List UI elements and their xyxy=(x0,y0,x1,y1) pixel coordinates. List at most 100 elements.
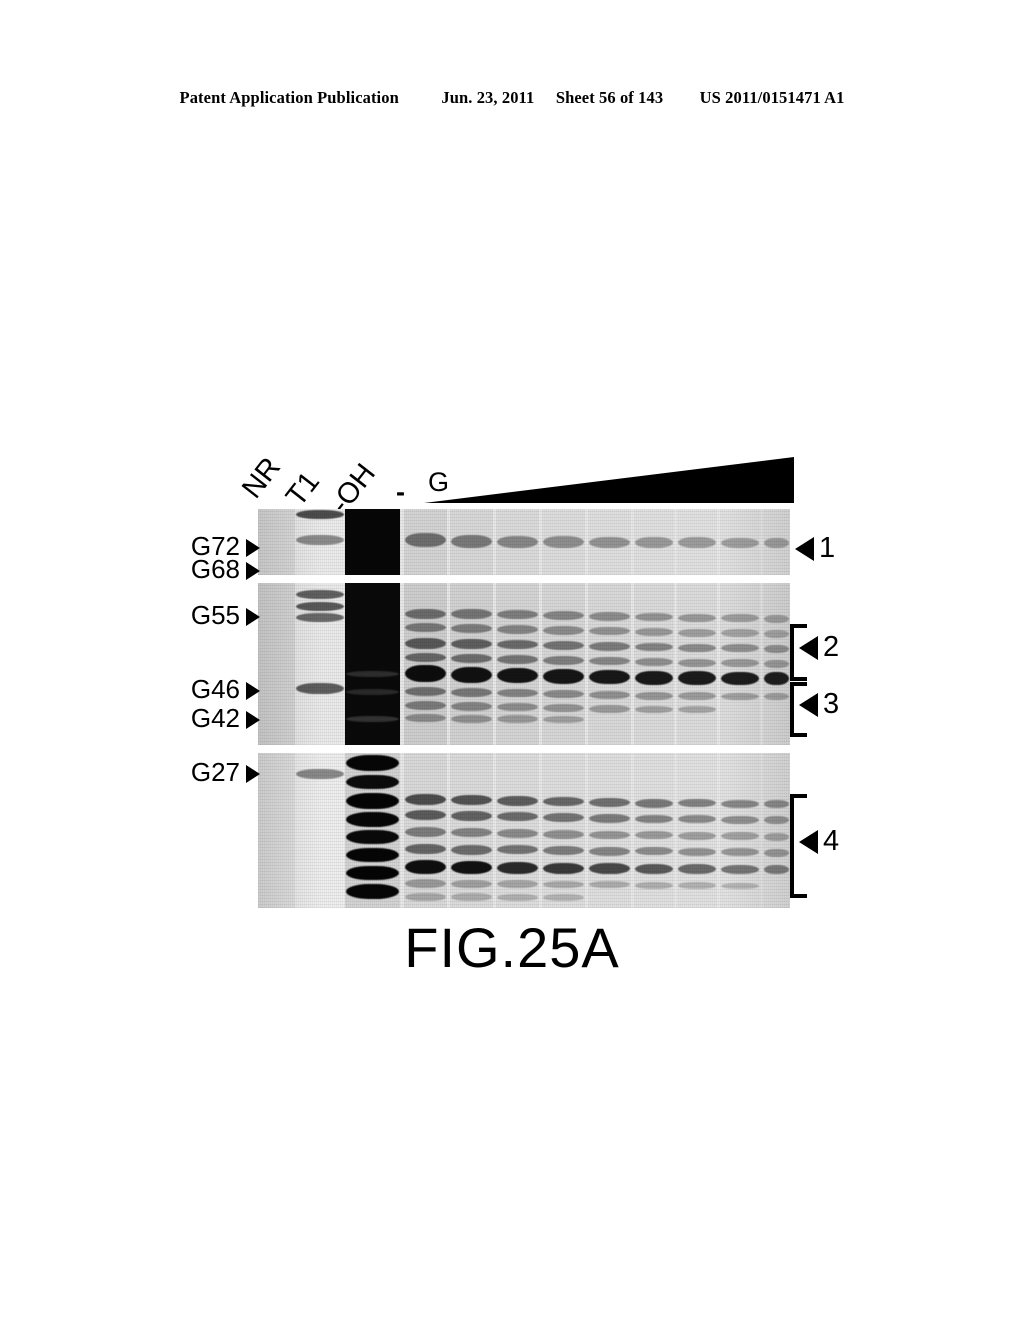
gel-lane-sample-4 xyxy=(542,583,585,745)
gel-lane-sample-7 xyxy=(677,583,717,745)
gel-band xyxy=(764,538,789,548)
gel-band xyxy=(635,882,673,889)
gel-band xyxy=(497,536,538,548)
gel-band xyxy=(543,813,584,822)
gel-lane-sample-6 xyxy=(634,583,674,745)
left-marker-arrow-icon-g68 xyxy=(246,562,260,580)
gel-band xyxy=(635,799,673,808)
left-marker-label-g46: G46 xyxy=(190,674,240,704)
gel-band xyxy=(296,510,344,519)
gel-band xyxy=(405,827,446,837)
gel-band xyxy=(543,536,584,548)
gel-band xyxy=(405,893,446,901)
gel-band xyxy=(678,799,716,807)
gel-band xyxy=(451,845,492,855)
lane-label-nr: NR xyxy=(235,451,288,505)
gel-band xyxy=(635,831,673,839)
gel-band xyxy=(405,879,446,888)
left-marker-arrow-icon-g42 xyxy=(246,711,260,729)
gel-band xyxy=(589,670,630,684)
figure-caption: FIG.25A xyxy=(404,916,620,979)
right-marker-arrow-icon-2 xyxy=(799,636,818,660)
right-marker-label-3: 3 xyxy=(823,688,840,720)
gel-band xyxy=(678,659,716,667)
gel-lane-sample-9 xyxy=(763,583,790,745)
gel-band xyxy=(678,882,716,889)
gel-band xyxy=(764,816,789,824)
gel-band xyxy=(451,861,492,874)
gel-band xyxy=(497,796,538,806)
gel-band xyxy=(451,893,492,901)
gel-band xyxy=(589,705,630,713)
gel-band xyxy=(589,814,630,823)
right-marker-label-1: 1 xyxy=(819,532,836,564)
gel-band xyxy=(451,535,492,548)
gel-band xyxy=(764,615,789,623)
gel-lane-nr xyxy=(258,753,295,908)
gel-band xyxy=(678,864,716,874)
gel-band xyxy=(635,643,673,651)
gel-band xyxy=(543,881,584,888)
gel-band xyxy=(346,755,399,771)
gel-band xyxy=(451,702,492,711)
gel-band xyxy=(497,862,538,874)
gel-band xyxy=(543,830,584,839)
gel-band xyxy=(346,671,399,677)
gel-lane-sample-5 xyxy=(588,583,631,745)
gel-band xyxy=(678,832,716,840)
gel-lane-sample-7 xyxy=(677,753,717,908)
gel-band xyxy=(451,811,492,821)
gel-band xyxy=(589,657,630,665)
gel-panel-middle xyxy=(258,583,790,745)
gel-band xyxy=(721,816,759,824)
gel-band xyxy=(497,625,538,634)
gel-band xyxy=(678,671,716,685)
gel-band xyxy=(764,660,789,668)
gel-band xyxy=(678,848,716,856)
gel-lane-sample-3 xyxy=(496,583,539,745)
gel-band xyxy=(497,880,538,888)
gel-band xyxy=(405,810,446,820)
left-marker-arrow-icon-g55 xyxy=(246,608,260,626)
gel-band xyxy=(764,865,789,874)
gel-band xyxy=(764,833,789,841)
gel-band xyxy=(497,894,538,901)
gel-lane-t1 xyxy=(295,583,345,745)
gel-band xyxy=(497,610,538,619)
gel-band xyxy=(635,628,673,636)
gel-band xyxy=(346,775,399,789)
gel-band xyxy=(678,706,716,713)
gel-band xyxy=(678,815,716,823)
gel-band xyxy=(405,665,446,682)
gel-band xyxy=(721,693,759,700)
gel-band xyxy=(764,645,789,653)
right-marker-label-2: 2 xyxy=(823,631,840,663)
gel-band xyxy=(497,845,538,854)
gel-band xyxy=(451,715,492,723)
gel-lane-sample-6 xyxy=(634,509,674,575)
gel-band xyxy=(589,831,630,839)
gel-band xyxy=(451,880,492,888)
figure-25a: NR T1 -OH - G G72 G68 G55 G46 G42 G27 1 … xyxy=(0,0,1024,1320)
lane-label-t1: T1 xyxy=(279,466,327,513)
gel-band xyxy=(635,815,673,823)
gel-lane-sample-4 xyxy=(542,753,585,908)
gel-band xyxy=(721,614,759,622)
gel-band xyxy=(497,668,538,683)
right-marker-arrow-icon-1 xyxy=(795,537,814,561)
gel-band xyxy=(543,641,584,650)
gel-band xyxy=(721,644,759,652)
gel-band xyxy=(721,629,759,637)
gel-band xyxy=(635,658,673,666)
gel-band xyxy=(346,812,399,827)
gel-band xyxy=(721,883,759,889)
gel-band xyxy=(405,609,446,619)
left-marker-label-g42: G42 xyxy=(190,703,240,733)
gel-band xyxy=(451,639,492,649)
gel-lane-sample-1 xyxy=(404,753,447,908)
right-marker-arrow-icon-4 xyxy=(799,830,818,854)
gel-band xyxy=(721,800,759,808)
gel-band xyxy=(543,626,584,635)
gel-band xyxy=(405,844,446,854)
gel-band xyxy=(721,659,759,667)
